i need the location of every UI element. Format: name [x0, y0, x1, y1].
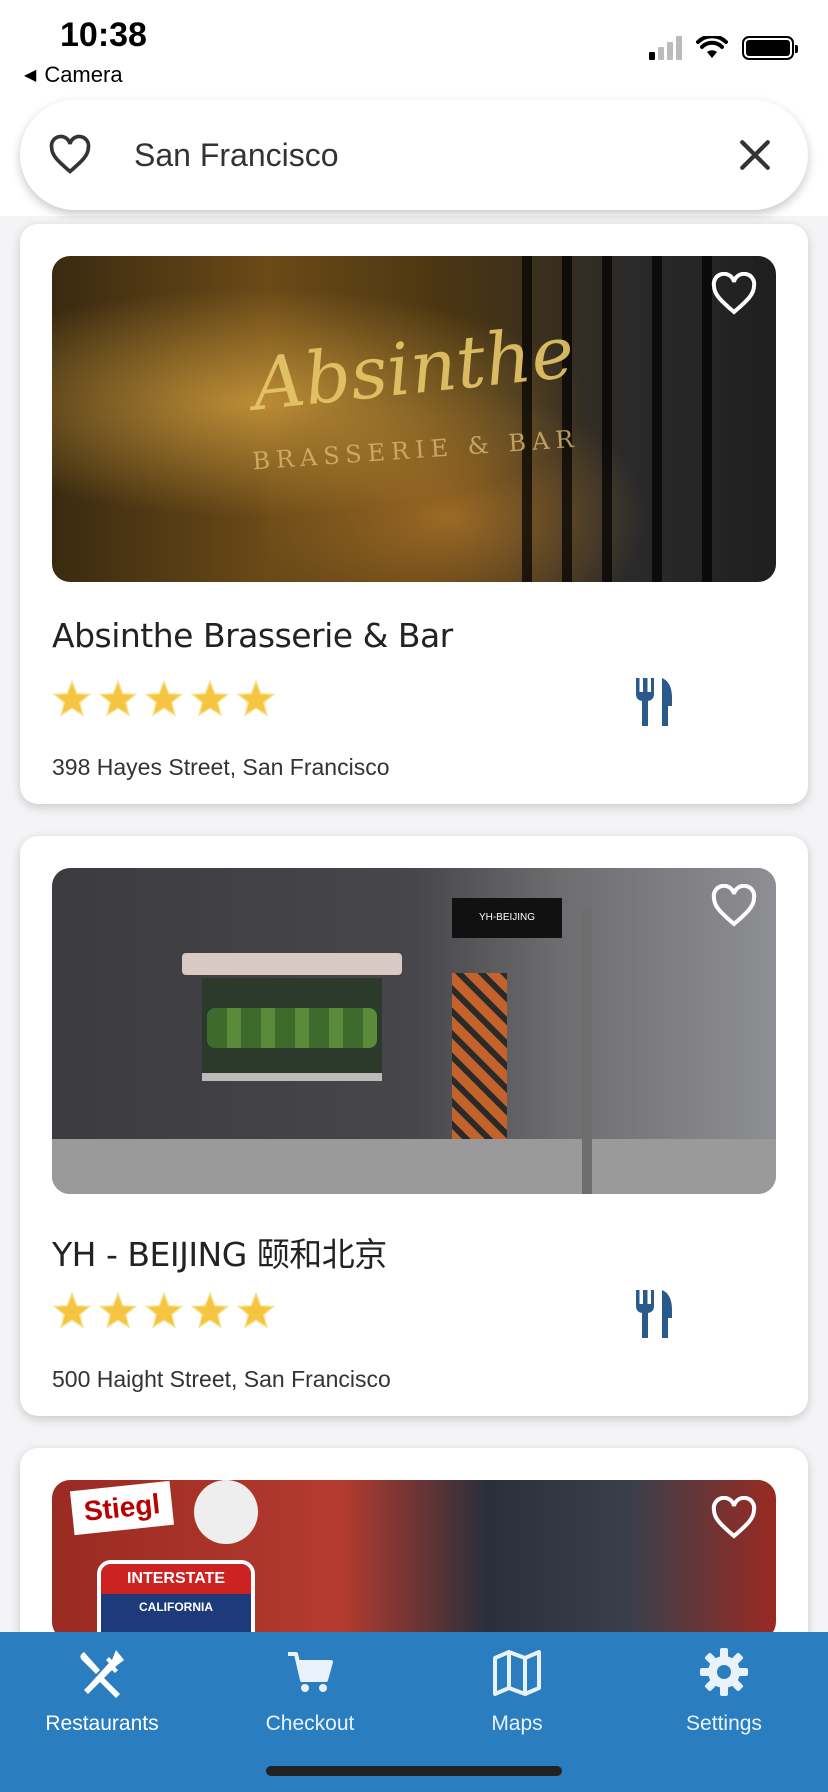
home-indicator[interactable]	[266, 1766, 562, 1776]
gear-icon	[700, 1648, 748, 1696]
rating-stars	[50, 1290, 278, 1334]
favorites-heart-icon[interactable]	[48, 133, 92, 177]
search-input[interactable]: San Francisco	[134, 137, 738, 174]
restaurant-name[interactable]: YH - BEIJING 颐和北京	[52, 1228, 387, 1276]
star-icon	[190, 1291, 230, 1329]
photo-shield-sign: INTERSTATE CALIFORNIA	[97, 1560, 255, 1632]
star-icon	[52, 1291, 92, 1329]
restaurant-card[interactable]: Stiegl INTERSTATE CALIFORNIA	[20, 1448, 808, 1632]
wifi-icon	[696, 36, 728, 58]
battery-icon	[742, 36, 798, 60]
tab-label: Settings	[686, 1712, 762, 1735]
fork-knife-icon	[636, 1290, 672, 1338]
star-icon	[236, 679, 276, 717]
restaurant-card[interactable]: Absinthe BRASSERIE & BAR Absinthe Brasse…	[20, 224, 808, 804]
favorite-heart-icon[interactable]	[710, 1496, 758, 1540]
search-bar[interactable]: San Francisco	[20, 100, 808, 210]
star-icon	[144, 679, 184, 717]
star-icon	[98, 679, 138, 717]
search-area: San Francisco	[0, 100, 828, 216]
photo-logo: Stiegl	[69, 1480, 175, 1536]
favorite-heart-icon[interactable]	[710, 272, 758, 316]
tab-maps[interactable]: Maps	[427, 1646, 607, 1736]
star-icon	[52, 679, 92, 717]
tab-checkout[interactable]: Checkout	[220, 1646, 400, 1736]
cellular-signal-icon	[649, 36, 682, 60]
tab-label: Checkout	[265, 1712, 355, 1735]
map-icon	[493, 1650, 541, 1696]
restaurant-address: 500 Haight Street, San Francisco	[52, 1366, 391, 1392]
star-icon	[98, 1291, 138, 1329]
back-arrow-icon: ◀	[24, 67, 37, 84]
favorite-heart-icon[interactable]	[710, 884, 758, 928]
system-icons	[649, 36, 798, 60]
restaurant-photo[interactable]: Absinthe BRASSERIE & BAR	[52, 256, 776, 582]
back-label: Camera	[44, 62, 123, 87]
restaurant-list[interactable]: Absinthe BRASSERIE & BAR Absinthe Brasse…	[0, 216, 828, 1632]
tab-label: Restaurants	[45, 1712, 159, 1735]
back-to-camera-link[interactable]: ◀ Camera	[24, 62, 123, 88]
rating-stars	[50, 678, 278, 722]
restaurant-photo[interactable]: YH-BEIJING	[52, 868, 776, 1194]
star-icon	[236, 1291, 276, 1329]
tab-settings[interactable]: Settings	[634, 1646, 814, 1736]
status-bar: 10:38 ◀ Camera	[0, 0, 828, 100]
tab-label: Maps	[491, 1712, 543, 1735]
cart-icon	[288, 1652, 333, 1692]
restaurant-card[interactable]: YH-BEIJING YH - BEIJING 颐和北京 500 Haight …	[20, 836, 808, 1416]
status-time: 10:38	[60, 16, 147, 54]
restaurant-name[interactable]: Absinthe Brasserie & Bar	[52, 616, 453, 655]
fork-knife-icon	[636, 678, 672, 726]
star-icon	[144, 1291, 184, 1329]
restaurant-address: 398 Hayes Street, San Francisco	[52, 754, 390, 780]
star-icon	[190, 679, 230, 717]
restaurant-photo[interactable]: Stiegl INTERSTATE CALIFORNIA	[52, 1480, 776, 1632]
fork-knife-icon	[80, 1650, 124, 1698]
photo-sign-text: YH-BEIJING	[452, 898, 562, 938]
tab-restaurants[interactable]: Restaurants	[12, 1646, 192, 1736]
clear-search-icon[interactable]	[738, 138, 772, 172]
